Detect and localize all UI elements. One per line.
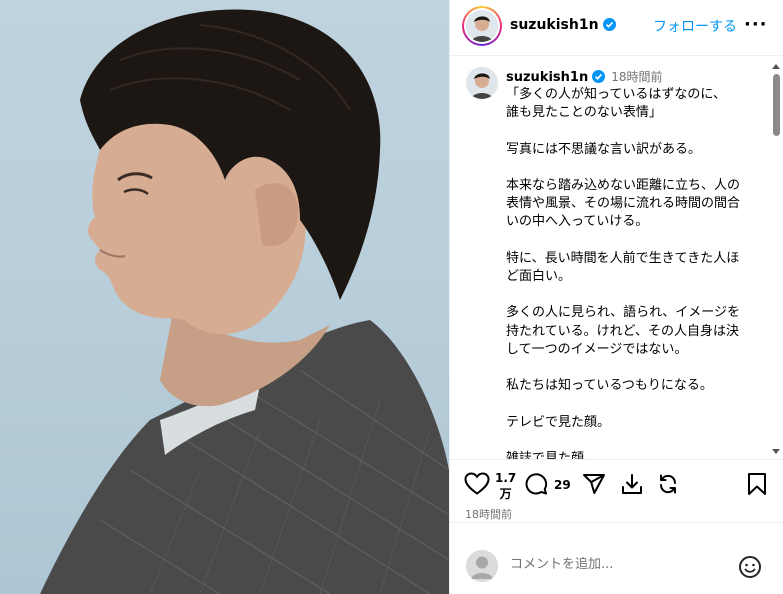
repost-icon[interactable] bbox=[656, 472, 680, 496]
caption-scrollbar[interactable] bbox=[770, 61, 782, 457]
caption-avatar[interactable] bbox=[466, 67, 498, 99]
post-header: suzukish1n フォローする ··· bbox=[450, 0, 783, 56]
avatar-image bbox=[466, 67, 498, 99]
comment-icon[interactable] bbox=[524, 472, 548, 496]
share-icon[interactable] bbox=[582, 472, 606, 496]
caption-text: 「多くの人が知っているはずなのに、 誰も見たことのない表情」 写真には不思議な言… bbox=[506, 87, 741, 460]
header-username[interactable]: suzukish1n bbox=[510, 17, 616, 33]
caption-timestamp: 18時間前 bbox=[611, 70, 663, 84]
heart-icon[interactable] bbox=[464, 472, 490, 496]
user-avatar[interactable] bbox=[466, 550, 498, 582]
verified-badge-icon bbox=[602, 18, 616, 31]
more-options-icon[interactable]: ··· bbox=[744, 14, 768, 35]
story-avatar[interactable] bbox=[462, 6, 502, 46]
portrait-image bbox=[40, 9, 449, 594]
username-text[interactable]: suzukish1n bbox=[510, 17, 599, 33]
comment-count[interactable]: 29 bbox=[554, 478, 571, 492]
comment-bar bbox=[450, 522, 783, 594]
follow-button[interactable]: フォローする bbox=[653, 16, 737, 36]
scrollbar-thumb[interactable] bbox=[773, 74, 780, 136]
scroll-up-arrow[interactable] bbox=[772, 64, 780, 69]
post-side-panel: suzukish1n フォローする ··· suzukish1n 18時間前 「多… bbox=[449, 0, 783, 594]
caption-section: suzukish1n 18時間前 「多くの人が知っているはずなのに、 誰も見たこと… bbox=[450, 57, 783, 460]
like-count-unit: 万 bbox=[499, 487, 512, 501]
post-photo[interactable] bbox=[0, 0, 449, 594]
caption-header: suzukish1n 18時間前 bbox=[506, 68, 663, 85]
verified-badge-icon bbox=[592, 70, 606, 83]
scroll-down-arrow[interactable] bbox=[772, 449, 780, 454]
action-bar: 1.7 万 29 18時間前 bbox=[450, 462, 783, 522]
avatar-image bbox=[466, 10, 498, 42]
post-timestamp[interactable]: 18時間前 bbox=[465, 506, 512, 522]
caption-username[interactable]: suzukish1n bbox=[506, 70, 588, 85]
emoji-icon[interactable] bbox=[738, 555, 762, 579]
like-count[interactable]: 1.7 万 bbox=[495, 470, 516, 502]
like-count-number: 1.7 bbox=[495, 471, 517, 485]
default-avatar-icon bbox=[466, 550, 498, 582]
comment-input[interactable] bbox=[510, 557, 720, 572]
bookmark-icon[interactable] bbox=[746, 472, 768, 496]
download-icon[interactable] bbox=[620, 472, 644, 496]
